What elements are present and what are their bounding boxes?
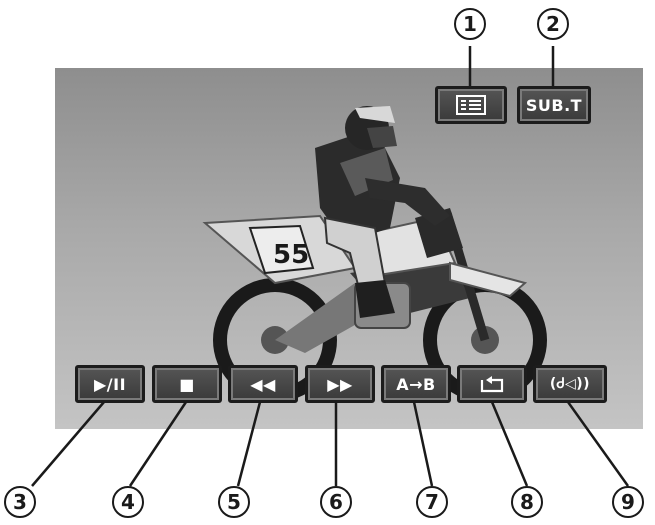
- callout-7: 7: [416, 486, 448, 518]
- callout-6: 6: [320, 486, 352, 518]
- callout-5: 5: [218, 486, 250, 518]
- callout-4: 4: [112, 486, 144, 518]
- callout-8: 8: [511, 486, 543, 518]
- callout-leader-lines: [31, 46, 630, 487]
- callout-1: 1: [454, 8, 486, 40]
- callout-2: 2: [537, 8, 569, 40]
- callout-3: 3: [4, 486, 36, 518]
- callout-9: 9: [612, 486, 644, 518]
